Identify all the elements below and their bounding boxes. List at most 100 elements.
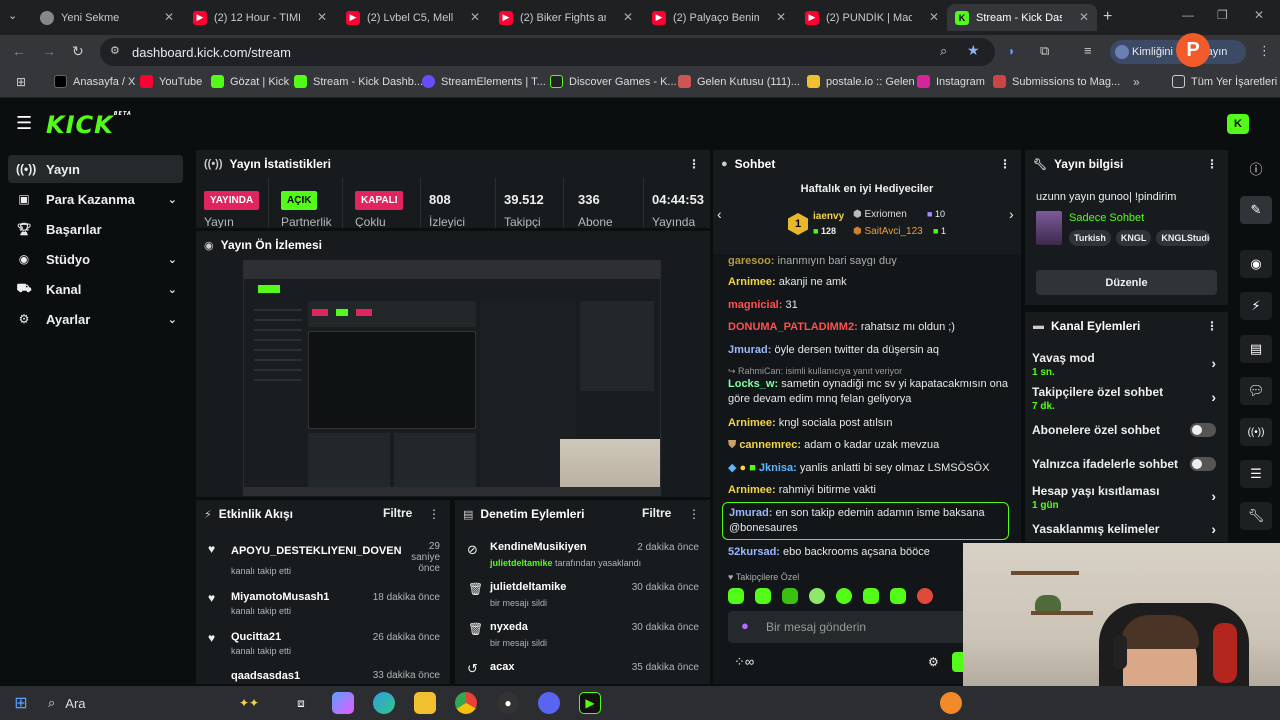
close-icon[interactable]: ✕ xyxy=(623,10,633,24)
edge-icon[interactable] xyxy=(373,692,395,714)
emote-icon[interactable] xyxy=(755,588,771,604)
kick-logo[interactable]: KICKBETA xyxy=(46,111,132,139)
bookmark[interactable]: Stream - Kick Dashb... xyxy=(294,75,423,88)
sidebar-item-kanal[interactable]: ⛟ Kanal ⌄ xyxy=(8,275,183,303)
chat-input[interactable]: ● Bir mesaj gönderin xyxy=(728,611,968,643)
sidebar-item-basarilar[interactable]: 🏆︎ Başarılar xyxy=(8,215,183,243)
emote-icon[interactable] xyxy=(836,588,852,604)
kick-app-icon[interactable]: ▶ xyxy=(579,692,601,714)
bookmark[interactable]: Gelen Kutusu (111)... xyxy=(678,75,800,88)
chat-tools-icon[interactable]: ⁘∞ xyxy=(734,654,754,670)
channel-action-slow-mode[interactable]: Yavaş mod 1 sn. › xyxy=(1032,351,1222,378)
copilot-sparkle-icon[interactable]: ✦✦ xyxy=(232,692,266,714)
emote-icon[interactable] xyxy=(809,588,825,604)
close-icon[interactable]: ✕ xyxy=(776,10,786,24)
close-icon[interactable]: ✕ xyxy=(317,10,327,24)
chevron-right-icon[interactable]: › xyxy=(1009,206,1014,222)
reload-button[interactable]: ↻ xyxy=(72,43,84,60)
bookmark[interactable]: Gözat | Kick xyxy=(211,75,289,88)
bookmark[interactable]: Discover Games - K... xyxy=(550,75,677,88)
extensions-puzzle-icon[interactable]: ⧉ xyxy=(1040,43,1049,59)
windows-start-icon[interactable]: ⊞ xyxy=(10,692,32,714)
chat-settings-icon[interactable]: ⚙ xyxy=(928,655,939,669)
emote-icon[interactable] xyxy=(890,588,906,604)
bookmark-star-icon[interactable]: ★ xyxy=(967,42,980,59)
notification-icon[interactable] xyxy=(940,692,962,714)
emote-icon[interactable] xyxy=(863,588,879,604)
close-icon[interactable]: ✕ xyxy=(929,10,939,24)
subscribers-only-toggle[interactable] xyxy=(1190,423,1216,437)
emotes-only-toggle[interactable] xyxy=(1190,457,1216,471)
all-bookmarks[interactable]: Tüm Yer İşaretleri xyxy=(1172,75,1277,88)
minimize-button[interactable]: — xyxy=(1182,8,1194,22)
close-window-button[interactable]: ✕ xyxy=(1254,8,1264,22)
sidebar-item-studyo[interactable]: ◉ Stüdyo ⌄ xyxy=(8,245,183,273)
zoom-icon[interactable]: ⌕ xyxy=(940,43,947,59)
kebab-menu-icon[interactable]: ⋮ xyxy=(1206,157,1218,171)
discord-icon[interactable] xyxy=(538,692,560,714)
maximize-button[interactable]: ❐ xyxy=(1217,8,1228,22)
bookmark[interactable]: StreamElements | T... xyxy=(422,75,546,88)
channel-action-emotes-only[interactable]: Yalnızca ifadelerle sohbet xyxy=(1032,457,1222,471)
camera-icon[interactable]: ◉ xyxy=(1240,250,1272,278)
bookmark[interactable]: Instagram xyxy=(917,75,985,88)
info-icon[interactable]: ⓘ xyxy=(1240,154,1272,182)
channel-action-followers-only[interactable]: Takipçilere özel sohbet 7 dk. › xyxy=(1032,385,1222,412)
more-bookmarks-icon[interactable]: » xyxy=(1133,75,1140,89)
sliders-icon[interactable]: ☰ xyxy=(1240,460,1272,488)
bookmark[interactable]: postale.io :: Gelen xyxy=(807,75,915,88)
browser-tab[interactable]: ▶ (2) Lvbel C5, Mell ✕ xyxy=(338,4,488,31)
bookmark[interactable]: Anasayfa / X xyxy=(54,75,135,88)
filter-button[interactable]: Filtre xyxy=(383,506,412,520)
kebab-menu-icon[interactable]: ⋮ xyxy=(688,157,700,171)
document-icon[interactable]: ▤ xyxy=(1240,335,1272,363)
reading-list-icon[interactable]: ≡ xyxy=(1084,43,1092,58)
extension-icon[interactable]: ◗ xyxy=(1008,44,1015,58)
browser-tab[interactable]: ▶(2) Palyaço Benim | R✕ xyxy=(644,4,794,31)
kebab-menu-icon[interactable]: ⋮ xyxy=(428,507,440,521)
back-button[interactable]: ← xyxy=(12,43,26,59)
tab-search-button[interactable]: ⌄ xyxy=(8,9,17,22)
forward-button[interactable]: → xyxy=(42,43,56,59)
apps-icon[interactable]: ⊞ xyxy=(16,75,26,89)
channel-action-account-age[interactable]: Hesap yaşı kısıtlaması 1 gün › xyxy=(1032,484,1222,511)
hamburger-menu-icon[interactable]: ☰ xyxy=(16,113,32,134)
emote-icon[interactable] xyxy=(917,588,933,604)
wrench-icon[interactable]: 🔧︎ xyxy=(1240,502,1272,530)
browser-tab[interactable]: ▶(2) 12 Hour - TIMER✕ xyxy=(185,4,335,31)
close-icon[interactable]: ✕ xyxy=(1079,10,1089,24)
tag[interactable]: KNGL xyxy=(1115,230,1152,246)
menu-icon[interactable]: ⋮ xyxy=(1258,43,1271,59)
channel-action-banned-words[interactable]: Yasaklanmış kelimeler › xyxy=(1032,521,1222,537)
browser-tab-active[interactable]: KStream - Kick Dashb✕ xyxy=(947,4,1097,31)
tag[interactable]: KNGLStudio xyxy=(1156,230,1211,246)
kebab-menu-icon[interactable]: ⋮ xyxy=(688,507,700,521)
sidebar-item-para-kazanma[interactable]: ▣ Para Kazanma ⌄ xyxy=(8,185,183,213)
kebab-menu-icon[interactable]: ⋮ xyxy=(999,157,1011,171)
filter-button[interactable]: Filtre xyxy=(642,506,671,520)
taskbar-search[interactable]: ⌕ Ara xyxy=(48,691,208,715)
category-name[interactable]: Sadece Sohbet xyxy=(1069,212,1144,224)
chrome-icon[interactable] xyxy=(455,692,477,714)
browser-tab[interactable]: ▶(2) PUNDİK | Madara✕ xyxy=(797,4,947,31)
stream-preview-video[interactable] xyxy=(243,260,661,496)
tag[interactable]: Turkish xyxy=(1069,230,1111,246)
emote-icon[interactable] xyxy=(728,588,744,604)
browser-tab[interactable]: ▶(2) Biker Fights and✕ xyxy=(491,4,641,31)
address-bar[interactable]: ⚙ dashboard.kick.com/stream ⌕ ★ xyxy=(100,38,995,66)
browser-tab[interactable]: Yeni Sekme ✕ xyxy=(32,4,182,31)
pencil-icon[interactable]: ✎ xyxy=(1240,196,1272,224)
bookmark[interactable]: YouTube xyxy=(140,75,202,88)
microphone-icon[interactable]: ● xyxy=(741,618,749,633)
site-info-icon[interactable]: ⚙ xyxy=(110,44,120,57)
sidebar-item-yayin[interactable]: ((•)) Yayın xyxy=(8,155,183,183)
close-icon[interactable]: ✕ xyxy=(470,10,480,24)
kebab-menu-icon[interactable]: ⋮ xyxy=(1206,319,1218,333)
lightning-icon[interactable]: ⚡ xyxy=(1240,292,1272,320)
new-tab-button[interactable]: + xyxy=(1103,8,1112,26)
bookmark[interactable]: Submissions to Mag... xyxy=(993,75,1120,88)
channel-action-subscribers-only[interactable]: Abonelere özel sohbet xyxy=(1032,423,1222,437)
chat-bubble-icon[interactable]: 💬︎ xyxy=(1240,377,1272,405)
close-icon[interactable]: ✕ xyxy=(164,10,174,24)
copilot-icon[interactable] xyxy=(332,692,354,714)
